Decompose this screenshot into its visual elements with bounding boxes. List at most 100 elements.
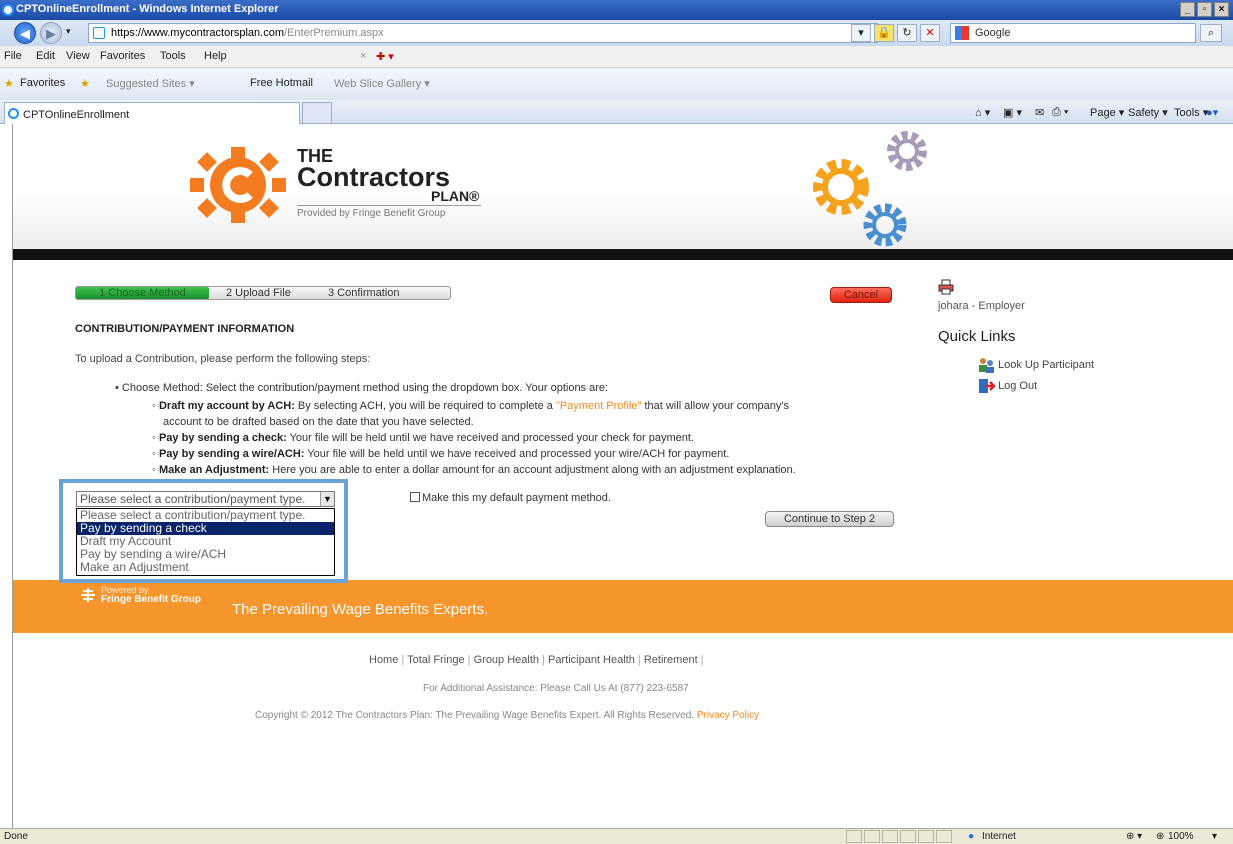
brand-name: Contractors bbox=[297, 162, 451, 192]
window-titlebar: CPTOnlineEnrollment - Windows Internet E… bbox=[0, 0, 1233, 20]
status-cell bbox=[864, 830, 880, 843]
menu-edit[interactable]: Edit bbox=[36, 50, 55, 62]
zoom-level[interactable]: 100% bbox=[1168, 831, 1194, 842]
brand-plan: PLAN® bbox=[431, 188, 480, 204]
addon-icon[interactable]: ✚ ▾ bbox=[376, 50, 394, 63]
default-method-checkbox-row[interactable]: Make this my default payment method. bbox=[410, 492, 611, 504]
footer-link-group-health[interactable]: Group Health bbox=[474, 654, 539, 666]
stop-icon[interactable]: ✕ bbox=[920, 24, 940, 42]
powered-by-logo: Powered by Fringe Benefit Group bbox=[80, 585, 201, 605]
status-cell bbox=[918, 830, 934, 843]
pbg-name: Fringe Benefit Group bbox=[101, 594, 201, 605]
status-cell bbox=[936, 830, 952, 843]
continue-button[interactable]: Continue to Step 2 bbox=[765, 511, 894, 527]
info-adjustment: ◦ Make an Adjustment: Here you are able … bbox=[152, 464, 796, 476]
tools-menu[interactable]: Tools ▾ bbox=[1174, 106, 1208, 119]
info-ach: ◦ Draft my account by ACH: By selecting … bbox=[152, 400, 790, 412]
close-toolbar-icon[interactable]: × bbox=[360, 50, 366, 62]
favorites-label[interactable]: Favorites bbox=[20, 77, 65, 89]
default-method-label: Make this my default payment method. bbox=[422, 492, 611, 504]
participants-icon bbox=[978, 357, 995, 373]
look-up-participant-label: Look Up Participant bbox=[998, 359, 1094, 371]
restore-button[interactable]: ▫ bbox=[1197, 2, 1212, 17]
minimize-button[interactable]: _ bbox=[1180, 2, 1195, 17]
fav-free-hotmail[interactable]: Free Hotmail bbox=[250, 77, 313, 89]
mail-icon[interactable]: ✉ bbox=[1035, 106, 1044, 119]
footer-link-retirement[interactable]: Retirement bbox=[644, 654, 698, 666]
tab-row: CPTOnlineEnrollment ⌂ ▾ ▣ ▾ ✉ ⎙ ▾ Page ▾… bbox=[0, 100, 1233, 124]
brand-provided-by: Provided by Fringe Benefit Group bbox=[297, 205, 481, 219]
copyright: Copyright © 2012 The Contractors Plan: T… bbox=[255, 710, 759, 721]
back-button[interactable]: ◀ bbox=[14, 22, 36, 44]
zoom-dropdown-icon[interactable]: ▾ bbox=[1212, 831, 1217, 842]
step-1: 1 Choose Method bbox=[76, 287, 209, 299]
fav-web-slice-gallery[interactable]: Web Slice Gallery ▾ bbox=[334, 77, 430, 90]
home-icon[interactable]: ⌂ ▾ bbox=[975, 106, 990, 119]
info-wire-text: Your file will be held until we have rec… bbox=[304, 448, 730, 460]
forward-button[interactable]: ▶ bbox=[40, 22, 62, 44]
payment-profile-link[interactable]: "Payment Profile" bbox=[556, 400, 641, 412]
lock-icon[interactable]: 🔒 bbox=[874, 24, 894, 42]
recent-pages-icon[interactable]: ▾ bbox=[66, 26, 71, 37]
new-tab-button[interactable] bbox=[302, 102, 332, 124]
browser-tab[interactable]: CPTOnlineEnrollment bbox=[4, 102, 300, 124]
info-ach-title: Draft my account by ACH: bbox=[158, 400, 295, 412]
zone-label: Internet bbox=[982, 831, 1016, 842]
footer-link-total-fringe[interactable]: Total Fringe bbox=[407, 654, 464, 666]
step-progress: 1 Choose Method 2 Upload File 3 Confirma… bbox=[75, 286, 451, 300]
fav-suggested-sites[interactable]: Suggested Sites ▾ bbox=[106, 77, 195, 90]
footer-links: Home | Total Fringe | Group Health | Par… bbox=[369, 654, 704, 666]
protected-mode-icon[interactable]: ⊕ ▾ bbox=[1126, 831, 1142, 842]
print-icon[interactable]: ⎙ ▾ bbox=[1052, 106, 1068, 119]
option-make-adjustment[interactable]: Make an Adjustment bbox=[77, 561, 334, 574]
info-ach-text-2: that will allow your company's bbox=[641, 400, 790, 412]
feeds-icon[interactable]: ▣ ▾ bbox=[1003, 106, 1022, 119]
menu-view[interactable]: View bbox=[66, 50, 90, 62]
menu-help[interactable]: Help bbox=[204, 50, 227, 62]
tab-label: CPTOnlineEnrollment bbox=[23, 109, 130, 121]
intro-text: To upload a Contribution, please perform… bbox=[75, 353, 371, 365]
footer-link-home[interactable]: Home bbox=[369, 654, 398, 666]
search-provider-label: Google bbox=[975, 27, 1011, 39]
ie-logo-icon bbox=[2, 4, 14, 16]
logo-gear-icon bbox=[190, 147, 286, 223]
menu-file[interactable]: File bbox=[4, 50, 22, 62]
powered-by-text: Powered by bbox=[101, 585, 149, 595]
close-window-button[interactable]: × bbox=[1214, 2, 1229, 17]
add-favorite-icon[interactable]: ★ bbox=[80, 77, 90, 90]
cancel-button[interactable]: Cancel bbox=[830, 287, 892, 303]
footer-link-participant-health[interactable]: Participant Health bbox=[548, 654, 635, 666]
copyright-text: Copyright © 2012 The Contractors Plan: T… bbox=[255, 710, 695, 721]
help-icon[interactable]: ●▾ bbox=[1206, 106, 1218, 119]
quick-links-title: Quick Links bbox=[938, 328, 1016, 345]
payment-type-select[interactable]: Please select a contribution/payment typ… bbox=[76, 491, 335, 507]
refresh-icon[interactable]: ↻ bbox=[897, 24, 917, 42]
default-method-checkbox[interactable] bbox=[410, 492, 420, 502]
printer-icon[interactable] bbox=[938, 279, 954, 295]
footer-tagline: The Prevailing Wage Benefits Experts. bbox=[232, 601, 489, 618]
status-cell bbox=[900, 830, 916, 843]
menu-favorites[interactable]: Favorites bbox=[100, 50, 145, 62]
page-menu[interactable]: Page ▾ bbox=[1090, 106, 1124, 119]
privacy-policy-link[interactable]: Privacy Policy bbox=[697, 710, 759, 721]
page-icon bbox=[93, 27, 105, 39]
dropdown-arrow-icon[interactable]: ▼ bbox=[320, 492, 334, 506]
safety-menu[interactable]: Safety ▾ bbox=[1128, 106, 1168, 119]
header-divider bbox=[13, 249, 1233, 260]
address-row: ◀ ▶ ▾ https://www.mycontractorsplan.com/… bbox=[0, 20, 1233, 46]
log-out-label: Log Out bbox=[998, 380, 1038, 392]
status-cell bbox=[882, 830, 898, 843]
favorites-star-icon[interactable]: ★ bbox=[4, 77, 14, 90]
status-bar: Done ● Internet ⊕ ▾ ⊕ 100% ▾ bbox=[0, 828, 1233, 844]
info-wire: ◦ Pay by sending a wire/ACH: Your file w… bbox=[152, 448, 730, 460]
info-check-text: Your file will be held until we have rec… bbox=[286, 432, 694, 444]
address-bar[interactable]: https://www.mycontractorsplan.com/EnterP… bbox=[88, 23, 878, 43]
assistance-text: For Additional Assistance: Please Call U… bbox=[423, 683, 689, 694]
search-input[interactable]: Google bbox=[950, 23, 1196, 43]
address-dropdown-icon[interactable]: ▾ bbox=[851, 24, 871, 42]
search-icon[interactable]: ⌕ bbox=[1200, 24, 1222, 42]
zoom-icon[interactable]: ⊕ bbox=[1156, 831, 1164, 842]
globe-icon: ● bbox=[968, 831, 975, 842]
url-path: /EnterPremium.aspx bbox=[284, 27, 384, 39]
menu-tools[interactable]: Tools bbox=[160, 50, 186, 62]
